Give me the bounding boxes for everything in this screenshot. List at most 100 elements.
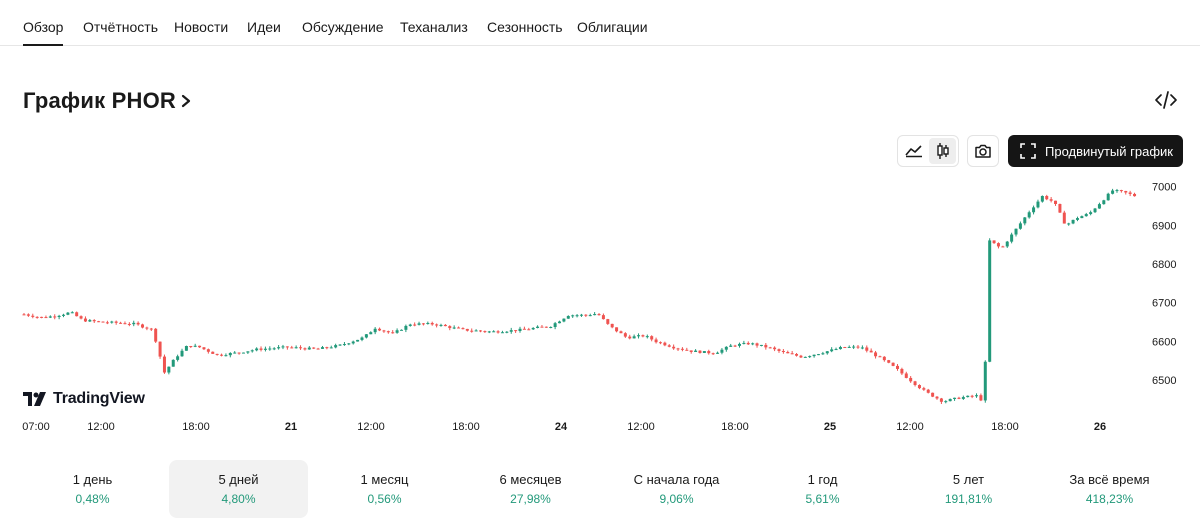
candle-body bbox=[105, 322, 109, 324]
candle-body bbox=[549, 326, 553, 328]
candle-body bbox=[198, 345, 202, 348]
candle-body bbox=[917, 385, 921, 389]
candle-body bbox=[1067, 223, 1071, 225]
candle-body bbox=[307, 347, 311, 350]
area-chart-icon bbox=[904, 145, 922, 158]
candle-body bbox=[457, 327, 461, 329]
candle-body bbox=[856, 346, 860, 348]
candle-body bbox=[676, 348, 680, 350]
candle-body bbox=[536, 326, 540, 328]
x-tick-label: 26 bbox=[1094, 421, 1106, 433]
candle-body bbox=[329, 347, 333, 349]
candle-body bbox=[838, 347, 842, 350]
candle-body bbox=[992, 240, 996, 244]
candle-body bbox=[961, 397, 965, 399]
period-1y[interactable]: 1 год 5,61% bbox=[753, 460, 892, 518]
candle-body bbox=[44, 317, 48, 319]
candle-body bbox=[597, 314, 601, 316]
tab-tech-analysis[interactable]: Теханализ bbox=[400, 19, 468, 35]
tab-discussion[interactable]: Обсуждение bbox=[302, 19, 384, 35]
candle-body bbox=[171, 359, 175, 367]
candle-body bbox=[399, 329, 403, 331]
candle-body bbox=[259, 348, 263, 350]
tab-bonds[interactable]: Облигации bbox=[577, 19, 648, 35]
candle-body bbox=[742, 342, 746, 344]
candle-body bbox=[325, 347, 329, 349]
tab-news[interactable]: Новости bbox=[174, 19, 228, 35]
candle-body bbox=[860, 347, 864, 349]
candle-body bbox=[654, 339, 658, 343]
candle-body bbox=[141, 324, 145, 328]
candle-body bbox=[922, 388, 926, 390]
candle-body bbox=[1049, 199, 1053, 201]
candle-body bbox=[70, 312, 74, 314]
line-chart-button[interactable] bbox=[900, 138, 927, 164]
candle-body bbox=[619, 331, 623, 334]
period-ytd[interactable]: С начала года 9,06% bbox=[607, 460, 746, 518]
candle-body bbox=[483, 331, 487, 333]
candle-body bbox=[470, 330, 474, 332]
candle-body bbox=[127, 323, 131, 325]
candle-body bbox=[1115, 190, 1119, 192]
candle-body bbox=[816, 354, 820, 356]
period-1m[interactable]: 1 месяц 0,56% bbox=[315, 460, 454, 518]
period-label: С начала года bbox=[633, 472, 720, 487]
candle-body bbox=[812, 354, 816, 357]
candle-body bbox=[448, 326, 452, 329]
period-5y[interactable]: 5 лет 191,81% bbox=[899, 460, 1038, 518]
candle-body bbox=[799, 355, 803, 358]
tab-seasonality[interactable]: Сезонность bbox=[487, 19, 563, 35]
candle-chart-button[interactable] bbox=[929, 138, 956, 164]
candle-body bbox=[57, 315, 61, 318]
period-5d[interactable]: 5 дней 4,80% bbox=[169, 460, 308, 518]
period-1d[interactable]: 1 день 0,48% bbox=[23, 460, 162, 518]
candle-body bbox=[180, 350, 184, 357]
candle-body bbox=[803, 356, 807, 358]
period-return: 0,48% bbox=[75, 492, 110, 506]
candle-body bbox=[566, 316, 570, 319]
tab-overview[interactable]: Обзор bbox=[23, 19, 64, 46]
tradingview-logo[interactable]: TradingView bbox=[23, 390, 145, 408]
candle-body bbox=[75, 312, 79, 317]
candle-body bbox=[1010, 234, 1014, 242]
screenshot-button[interactable] bbox=[967, 135, 999, 167]
candle-body bbox=[206, 349, 210, 352]
candle-body bbox=[79, 316, 83, 319]
candle-body bbox=[250, 350, 254, 352]
period-label: За всё время bbox=[1069, 472, 1150, 487]
candle-body bbox=[628, 336, 632, 339]
candle-body bbox=[825, 351, 829, 354]
candle-body bbox=[843, 347, 847, 349]
y-tick-label: 6600 bbox=[1152, 336, 1176, 348]
price-chart[interactable]: 6500 6600 6700 6800 6900 7000 07:00 12:00 18:00 2… bbox=[0, 175, 1200, 435]
tradingview-logo-icon bbox=[23, 392, 46, 406]
candle-body bbox=[215, 353, 219, 355]
period-all[interactable]: За всё время 418,23% bbox=[1040, 460, 1179, 518]
candle-body bbox=[413, 324, 417, 326]
tab-reports[interactable]: Отчётность bbox=[83, 19, 158, 35]
y-tick-label: 7000 bbox=[1152, 182, 1176, 194]
candle-body bbox=[948, 398, 952, 402]
candle-body bbox=[338, 344, 342, 346]
candle-body bbox=[97, 321, 101, 323]
candle-body bbox=[514, 330, 518, 332]
tab-ideas[interactable]: Идеи bbox=[247, 19, 281, 35]
candle-body bbox=[716, 352, 720, 354]
period-return: 0,56% bbox=[367, 492, 402, 506]
period-return: 5,61% bbox=[805, 492, 840, 506]
candle-body bbox=[83, 318, 87, 322]
candle-body bbox=[246, 351, 250, 353]
advanced-chart-button[interactable]: Продвинутый график bbox=[1008, 135, 1183, 167]
candle-body bbox=[606, 319, 610, 324]
period-6m[interactable]: 6 месяцев 27,98% bbox=[461, 460, 600, 518]
candle-body bbox=[658, 342, 662, 344]
code-icon[interactable] bbox=[1154, 89, 1178, 111]
candle-body bbox=[571, 315, 575, 317]
candle-body bbox=[92, 320, 96, 322]
chart-title-link[interactable]: График PHOR bbox=[23, 88, 192, 114]
period-return: 4,80% bbox=[221, 492, 256, 506]
candle-body bbox=[211, 351, 215, 354]
candle-body bbox=[474, 330, 478, 332]
candle-body bbox=[1119, 190, 1123, 192]
candle-body bbox=[1128, 192, 1132, 194]
